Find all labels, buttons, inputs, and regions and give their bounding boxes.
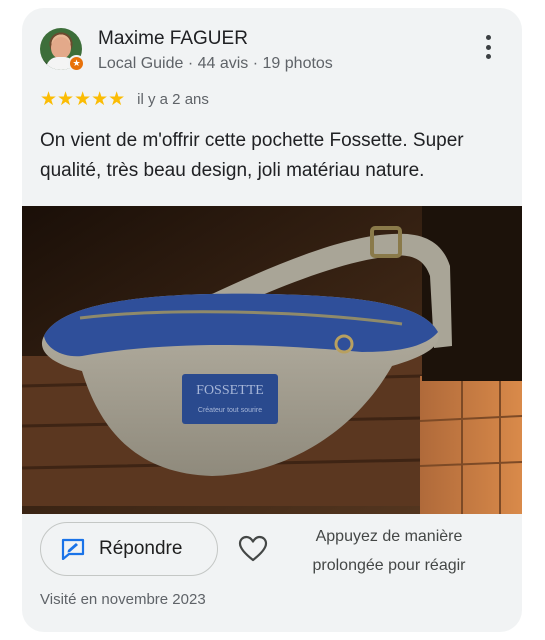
photo-label-subtext: Créateur tout sourire	[198, 407, 262, 414]
local-guide-star-icon: ★	[68, 55, 85, 72]
review-header: ★ Maxime FAGUER Local Guide · 44 avis · …	[40, 26, 506, 76]
visit-date: Visité en novembre 2023	[40, 591, 206, 608]
more-options-icon[interactable]	[480, 32, 496, 62]
photo-label-text: FOSSETTE	[196, 383, 264, 398]
reviewer-name[interactable]: Maxime FAGUER	[98, 28, 248, 50]
photo-bag: FOSSETTE Créateur tout sourire	[22, 206, 522, 514]
react-hint: Appuyez de manière prolongée pour réagir	[312, 528, 466, 574]
heart-outline-icon[interactable]	[238, 535, 268, 563]
rating-row: ★★★★★ il y a 2 ans	[40, 88, 209, 110]
review-card: ★ Maxime FAGUER Local Guide · 44 avis · …	[22, 8, 522, 632]
reviewer-avatar[interactable]: ★	[40, 28, 85, 72]
review-text: On vient de m'offrir cette pochette Foss…	[40, 130, 464, 181]
review-date: il y a 2 ans	[137, 90, 209, 108]
edit-reply-icon	[61, 538, 85, 560]
reviewer-meta: Local Guide · 44 avis · 19 photos	[98, 55, 333, 72]
review-actions: Répondre Appuyez de manière prolongée po…	[40, 522, 506, 582]
star-rating: ★★★★★	[40, 88, 126, 110]
reply-label: Répondre	[99, 538, 183, 559]
review-photo[interactable]: FOSSETTE Créateur tout sourire	[22, 206, 522, 514]
reply-button[interactable]: Répondre	[40, 522, 218, 576]
